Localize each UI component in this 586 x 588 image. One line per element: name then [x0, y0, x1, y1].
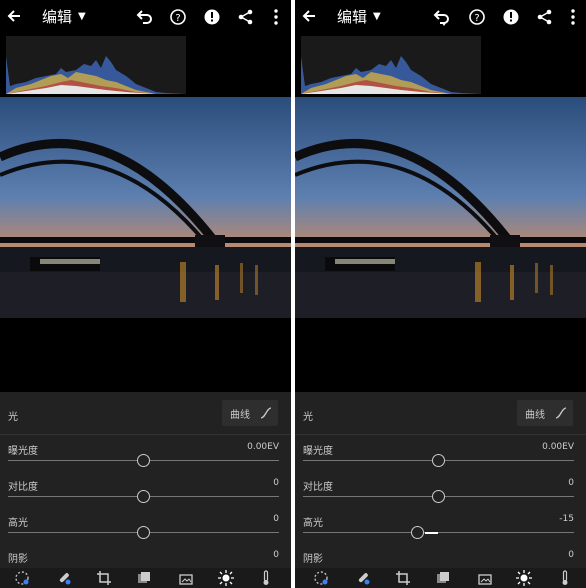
- histogram: [6, 36, 186, 94]
- alert-icon[interactable]: [501, 7, 521, 27]
- edit-screen-after: 编辑 ▼ ? 光 曲线 曝光度 0.00EV 对比度 0 高光 -15 阴影 0: [295, 0, 586, 588]
- share-icon[interactable]: [535, 7, 555, 27]
- more-icon[interactable]: [563, 7, 583, 27]
- curve-button-label: 曲线: [230, 410, 250, 421]
- highlights-slider-row: 高光 0: [0, 514, 291, 550]
- color-icon[interactable]: [258, 570, 274, 586]
- slider-knob[interactable]: [431, 454, 445, 467]
- alert-icon[interactable]: [202, 7, 222, 27]
- slider-label: 高光: [8, 518, 28, 529]
- light-panel: 光 曲线 曝光度 0.00EV 对比度 0 高光 -15 阴影 0: [295, 392, 586, 588]
- chevron-down-icon[interactable]: ▼: [78, 7, 86, 27]
- curve-button[interactable]: 曲线: [222, 400, 278, 426]
- slider-knob[interactable]: [431, 490, 445, 503]
- slider-label: 高光: [303, 518, 323, 529]
- bottom-toolbar: [0, 568, 291, 588]
- top-toolbar: 编辑 ▼ ?: [0, 0, 291, 34]
- slider-knob[interactable]: [136, 454, 150, 467]
- slider-track[interactable]: [303, 532, 574, 533]
- profile-icon[interactable]: [178, 570, 194, 586]
- curve-icon: [260, 407, 272, 419]
- chevron-down-icon[interactable]: ▼: [373, 7, 381, 27]
- more-icon[interactable]: [266, 7, 286, 27]
- curve-button[interactable]: 曲线: [517, 400, 573, 426]
- section-label: 光: [303, 412, 313, 423]
- help-icon[interactable]: ?: [168, 7, 188, 27]
- bottom-toolbar: [295, 568, 586, 588]
- slider-knob[interactable]: [411, 526, 425, 539]
- divider: [295, 434, 586, 435]
- slider-label: 曝光度: [8, 446, 38, 457]
- light-panel: 光 曲线 曝光度 0.00EV 对比度 0 高光 0 阴影 0: [0, 392, 291, 588]
- slider-value: -15: [559, 514, 574, 524]
- slider-label: 曝光度: [303, 446, 333, 457]
- undo-icon[interactable]: [134, 7, 154, 27]
- slider-label: 对比度: [8, 482, 38, 493]
- slider-knob[interactable]: [136, 526, 150, 539]
- canvas-background: [0, 318, 291, 392]
- slider-label: 阴影: [303, 554, 323, 565]
- photo-preview: [0, 97, 291, 318]
- slider-fill: [425, 532, 439, 534]
- slider-value: 0.00EV: [247, 442, 279, 452]
- contrast-slider-row: 对比度 0: [295, 478, 586, 514]
- page-title[interactable]: 编辑: [42, 7, 72, 27]
- slider-value: 0.00EV: [542, 442, 574, 452]
- curve-button-label: 曲线: [525, 410, 545, 421]
- selective-icon[interactable]: [136, 570, 152, 586]
- profile-icon[interactable]: [477, 570, 493, 586]
- top-toolbar: 编辑 ▼ ?: [295, 0, 586, 34]
- contrast-slider-row: 对比度 0: [0, 478, 291, 514]
- svg-text:?: ?: [175, 13, 180, 24]
- share-icon[interactable]: [236, 7, 256, 27]
- curve-icon: [555, 407, 567, 419]
- back-arrow-icon[interactable]: [299, 6, 319, 26]
- light-icon[interactable]: [218, 570, 234, 586]
- crop-icon[interactable]: [96, 570, 112, 586]
- presets-icon[interactable]: [313, 570, 329, 586]
- slider-label: 对比度: [303, 482, 333, 493]
- edit-screen-before: 编辑 ▼ ? 光 曲线 曝光度 0.00EV 对比度 0 高光 0 阴影 0: [0, 0, 291, 588]
- slider-value: 0: [273, 514, 279, 524]
- exposure-slider-row: 曝光度 0.00EV: [0, 442, 291, 478]
- color-icon[interactable]: [557, 570, 573, 586]
- page-title[interactable]: 编辑: [337, 7, 367, 27]
- presets-icon[interactable]: [14, 570, 30, 586]
- slider-value: 0: [568, 550, 574, 560]
- histogram: [301, 36, 481, 94]
- healing-icon[interactable]: [355, 570, 371, 586]
- exposure-slider-row: 曝光度 0.00EV: [295, 442, 586, 478]
- selective-icon[interactable]: [435, 570, 451, 586]
- slider-value: 0: [273, 550, 279, 560]
- photo-preview: [295, 97, 586, 318]
- light-icon[interactable]: [516, 570, 532, 586]
- slider-knob[interactable]: [136, 490, 150, 503]
- highlights-slider-row: 高光 -15: [295, 514, 586, 550]
- svg-text:?: ?: [474, 13, 479, 24]
- slider-label: 阴影: [8, 554, 28, 565]
- undo-icon[interactable]: [431, 7, 451, 27]
- back-arrow-icon[interactable]: [4, 6, 24, 26]
- divider: [0, 434, 291, 435]
- crop-icon[interactable]: [395, 570, 411, 586]
- slider-value: 0: [273, 478, 279, 488]
- slider-value: 0: [568, 478, 574, 488]
- healing-icon[interactable]: [56, 570, 72, 586]
- help-icon[interactable]: ?: [467, 7, 487, 27]
- canvas-background: [295, 318, 586, 392]
- section-label: 光: [8, 412, 18, 423]
